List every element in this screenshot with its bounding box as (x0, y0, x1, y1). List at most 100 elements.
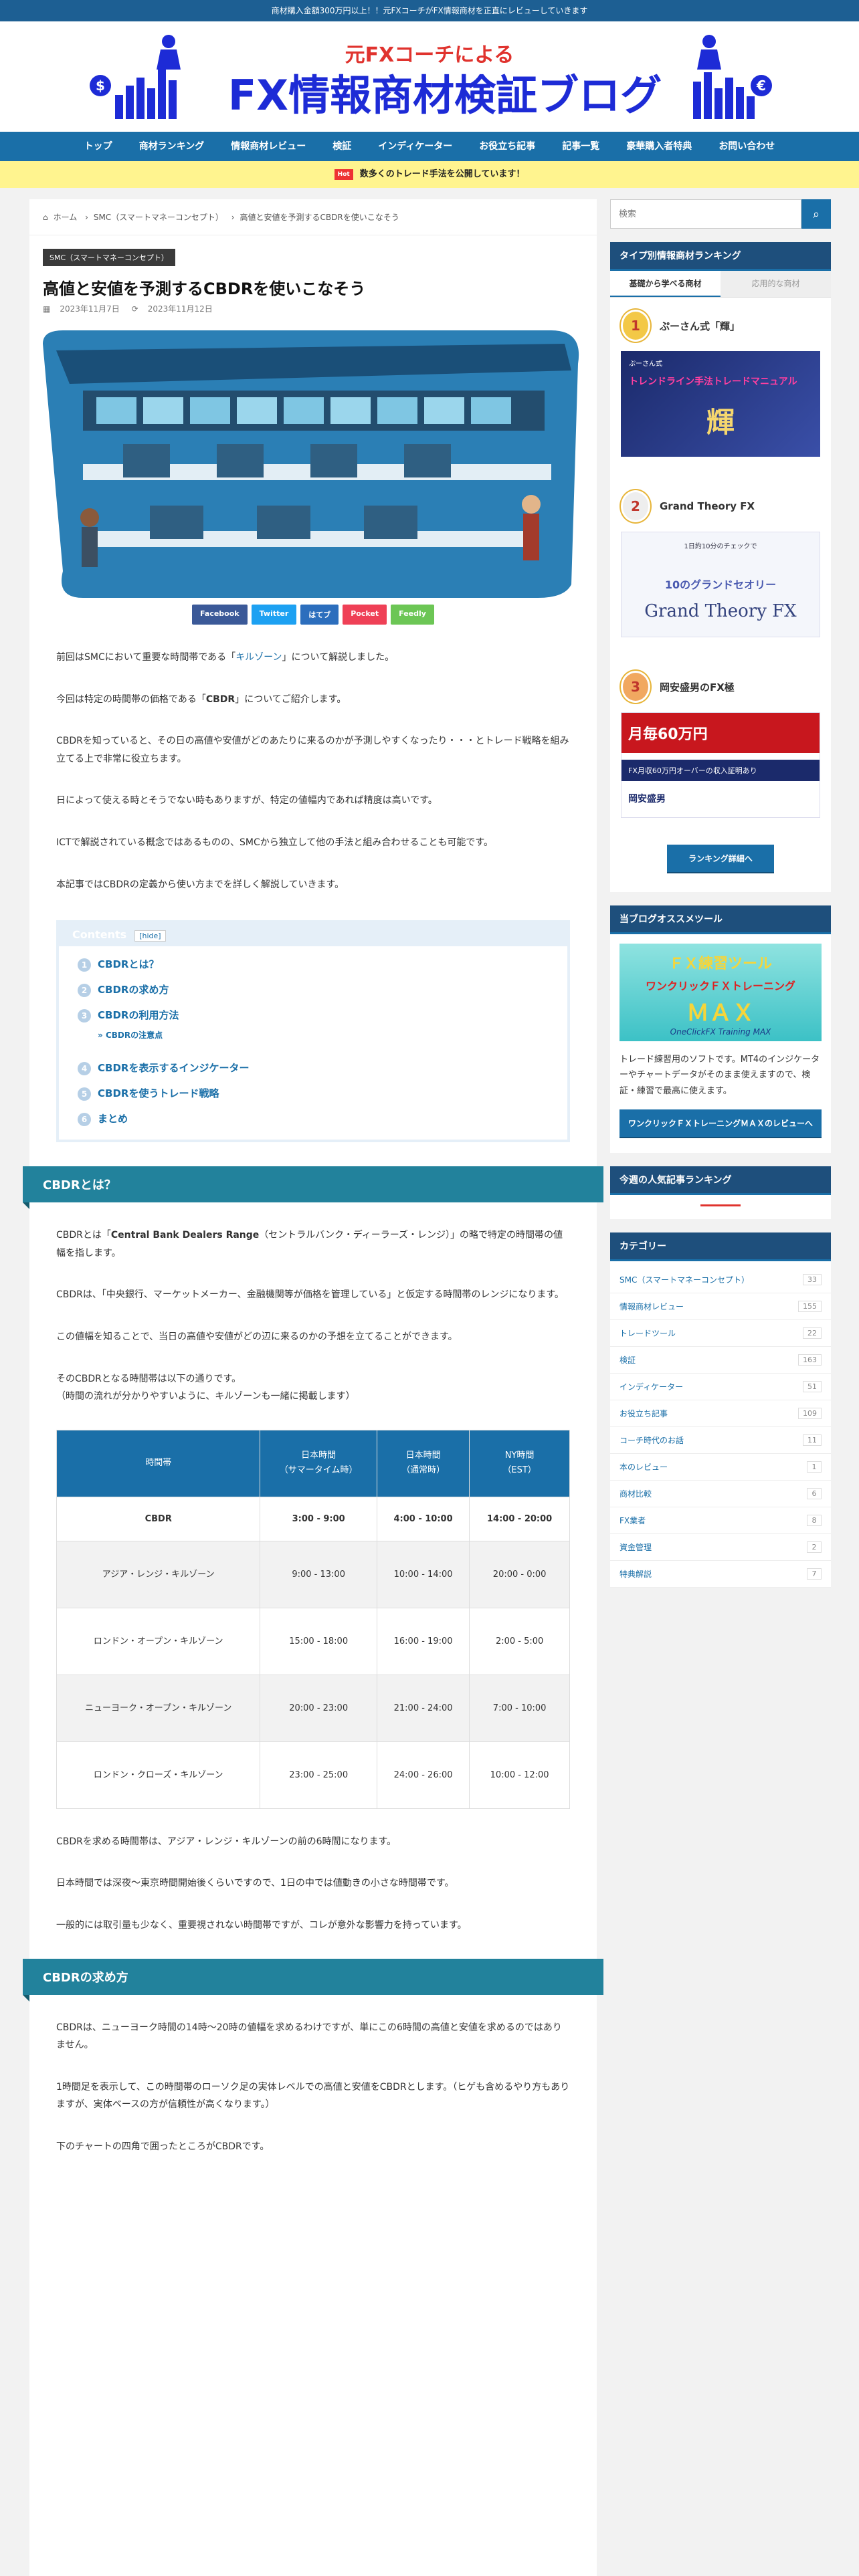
tool-review-button[interactable]: ワンクリックＦＸトレーニングＭＡＸのレビューへ (619, 1109, 822, 1138)
intro-paragraph-3: CBDRを知っていると、その日の高値や安値がどのあたりに来るのかが予測しやすくな… (56, 736, 569, 764)
breadcrumb-category[interactable]: SMC（スマートマネーコンセプト） (94, 213, 223, 222)
article-main: ⌂ ホーム › SMC（スマートマネーコンセプト） › 高値と安値を予測するCBDRを… (23, 199, 603, 2576)
left-mascot-graphic: $ (90, 35, 181, 119)
category-item[interactable]: SMC（スマートマネーコンセプト） 33 (610, 1267, 831, 1294)
rank-name[interactable]: Grand Theory FX (660, 500, 755, 512)
logo-subtitle: 元FXコーチによる (345, 43, 514, 67)
tool-description: トレード練習用のソフトです。MT4のインジケーターやチャートデータがそのまま使え… (619, 1055, 820, 1096)
nav-item-contact[interactable]: お問い合わせ (705, 132, 788, 161)
s1-paragraph-3: この値幅を知ることで、当日の高値や安値がどの辺に来るのかの予想を立てることができ… (56, 1331, 458, 1342)
search-icon: ⌕ (812, 207, 820, 221)
breadcrumb: ⌂ ホーム › SMC（スマートマネーコンセプト） › 高値と安値を予測するCBDRを… (29, 199, 597, 235)
category-item[interactable]: 商材比較 6 (610, 1481, 831, 1508)
top-announcement-text: 商材購入金額300万円以上！！元FXコーチがFX情報商材を正直にレビューしていき… (271, 6, 588, 15)
share-buttons: Facebook Twitter はてブ Pocket Feedly (29, 605, 597, 625)
rank-name[interactable]: 岡安盛男のFX極 (660, 680, 735, 694)
table-row: ロンドン・クローズ・キルゾーン 23:00 - 25:00 24:00 - 26:0… (56, 1741, 570, 1809)
right-mascot-graphic: € (693, 35, 772, 119)
nav-item-ranking[interactable]: 商材ランキング (126, 132, 218, 161)
search-input[interactable] (610, 199, 801, 229)
nav-item-article-list[interactable]: 記事一覧 (549, 132, 613, 161)
breadcrumb-home[interactable]: ホーム (54, 213, 78, 222)
category-tag[interactable]: SMC（スマートマネーコンセプト） (43, 249, 175, 266)
toc-item[interactable]: 1 CBDRとは？ (78, 957, 567, 972)
site-logo[interactable]: $ 元FXコーチによる FX情報商材検証ブログ € (0, 21, 859, 132)
tool-widget: 当ブログオススメツール ＦＸ練習ツール ワンクリックＦＸトレーニング ＭＡＸ O… (610, 905, 831, 1154)
toc-item[interactable]: 5 CBDRを使うトレード戦略 (78, 1086, 567, 1101)
category-item[interactable]: 検証 163 (610, 1347, 831, 1374)
share-feedly-button[interactable]: Feedly (391, 605, 434, 625)
tool-widget-title: 当ブログオススメツール (610, 905, 831, 934)
toc-subitem[interactable]: » CBDRの注意点 (98, 1029, 567, 1041)
rank-3-medal-icon: 3 (621, 671, 650, 703)
ranking-item[interactable]: 2 Grand Theory FX 1日約10分のチェックで 10のグランドセオリ… (610, 457, 831, 637)
toc-item[interactable]: 4 CBDRを表示するインジケーター (78, 1061, 567, 1076)
rank-1-banner[interactable]: ぷーさん式 トレンドライン手法トレードマニュアル 輝 (621, 351, 820, 457)
category-item[interactable]: トレードツール 22 (610, 1320, 831, 1348)
nav-item-bonus[interactable]: 豪華購入者特典 (613, 132, 705, 161)
tool-banner[interactable]: ＦＸ練習ツール ワンクリックＦＸトレーニング ＭＡＸ OneClickFX Tr… (619, 944, 822, 1041)
s2-paragraph-1: CBDRは、ニューヨーク時間の14時～20時の値幅を求めるわけですが、単にこの6… (56, 2022, 562, 2051)
calendar-icon: ▦ (43, 304, 51, 314)
updated-date: 2023年11月12日 (147, 304, 213, 314)
ranking-item[interactable]: 1 ぷーさん式「輝」 ぷーさん式 トレンドライン手法トレードマニュアル 輝 (610, 298, 831, 457)
s2-paragraph-2: 1時間足を表示して、この時間帯のローソク足の実体レベルでの高値と安値をCBDRと… (56, 2081, 570, 2111)
toc-item[interactable]: 3 CBDRの利用方法 (78, 1008, 567, 1023)
share-twitter-button[interactable]: Twitter (251, 605, 297, 625)
s1-paragraph-7: 一般的には取引量も少なく、重要視されない時間帯ですが、コレが意外な影響力を持って… (56, 1919, 467, 1931)
category-item[interactable]: インディケーター 51 (610, 1374, 831, 1401)
tab-basic[interactable]: 基礎から学べる商材 (610, 271, 721, 297)
weekly-ranking-widget: 今週の人気記事ランキング (610, 1166, 831, 1220)
rank-name[interactable]: ぷーさん式「輝」 (660, 319, 740, 333)
category-widget: カテゴリー SMC（スマートマネーコンセプト） 33 情報商材レビュー 155 トレ… (610, 1232, 831, 1588)
nav-item-useful-articles[interactable]: お役立ち記事 (466, 132, 549, 161)
s1-paragraph-6: 日本時間では深夜～東京時間開始後くらいですので、1日の中では値動きの小さな時間帯… (56, 1878, 454, 1889)
category-widget-title: カテゴリー (610, 1232, 831, 1262)
ranking-tabs: 基礎から学べる商材 応用的な商材 (610, 271, 831, 298)
table-row: アジア・レンジ・キルゾーン 9:00 - 13:00 10:00 - 14:00 20… (56, 1540, 570, 1608)
table-header: NY時間 （EST） (469, 1429, 570, 1497)
table-header: 日本時間 （通常時） (376, 1429, 470, 1497)
share-hatena-button[interactable]: はてブ (300, 605, 339, 625)
ranking-widget: タイプ別情報商材ランキング 基礎から学べる商材 応用的な商材 1 ぷーさん式「輝」… (610, 242, 831, 892)
home-icon: ⌂ (43, 213, 48, 222)
table-header: 時間帯 (56, 1429, 261, 1497)
nav-item-verification[interactable]: 検証 (319, 132, 365, 161)
killzone-link[interactable]: キルゾーン (235, 652, 282, 663)
s1-paragraph-4: そのCBDRとなる時間帯は以下の通りです。 （時間の流れが分かりやすいように、キル… (56, 1373, 355, 1402)
category-item[interactable]: 本のレビュー 1 (610, 1454, 831, 1481)
tab-advanced[interactable]: 応用的な商材 (721, 271, 831, 297)
category-item[interactable]: 資金管理 2 (610, 1534, 831, 1562)
hot-badge: Hot (334, 169, 353, 180)
category-item[interactable]: 特典解説 7 (610, 1561, 831, 1588)
page-title: 高値と安値を予測するCBDRを使いこなそう (43, 280, 366, 298)
article-body: 前回はSMCにおいて重要な時間帯である「キルゾーン」について解説しました。 今回… (23, 649, 603, 2155)
intro-paragraph-6: 本記事ではCBDRの定義から使い方までを詳しく解説していきます。 (56, 879, 345, 890)
svg-text:$: $ (96, 78, 105, 94)
chevron-right-icon: › (85, 213, 88, 222)
toc-item[interactable]: 2 CBDRの求め方 (78, 982, 567, 998)
toc-item[interactable]: 6 まとめ (78, 1111, 567, 1127)
notice-text[interactable]: 数多くのトレード手法を公開しています！ (360, 169, 525, 179)
ranking-detail-button[interactable]: ランキング詳細へ (667, 845, 774, 872)
nav-item-indicator[interactable]: インディケーター (365, 132, 466, 161)
share-facebook-button[interactable]: Facebook (192, 605, 248, 625)
nav-item-top[interactable]: トップ (71, 132, 126, 161)
rank-3-banner[interactable]: 月毎60万円 FX月収60万円オーバーの収入証明あり 岡安盛男 (621, 712, 820, 818)
toc-hide-toggle[interactable]: [hide] (134, 930, 166, 942)
category-item[interactable]: お役立ち記事 109 (610, 1400, 831, 1428)
search-button[interactable]: ⌕ (801, 199, 831, 229)
site-header[interactable]: $ 元FXコーチによる FX情報商材検証ブログ € (0, 21, 859, 132)
notice-bar[interactable]: Hot 数多くのトレード手法を公開しています！ (0, 161, 859, 188)
category-item[interactable]: 情報商材レビュー 155 (610, 1293, 831, 1321)
toc-title: Contents (72, 928, 127, 942)
intro-paragraph-5: ICTで解説されている概念ではあるものの、SMCから独立して他の手法と組み合わせ… (56, 837, 493, 848)
section-heading-cbdr: CBDRとは？ (23, 1166, 603, 1210)
intro-paragraph-2: 今回は特定の時間帯の価格である「CBDR」についてご紹介します。 (56, 693, 347, 705)
category-item[interactable]: コーチ時代のお話 11 (610, 1427, 831, 1455)
share-pocket-button[interactable]: Pocket (343, 605, 387, 625)
category-item[interactable]: FX業者 8 (610, 1507, 831, 1535)
rank-2-banner[interactable]: 1日約10分のチェックで 10のグランドセオリー Grand Theory FX (621, 532, 820, 637)
nav-item-reviews[interactable]: 情報商材レビュー (217, 132, 319, 161)
ranking-item[interactable]: 3 岡安盛男のFX極 月毎60万円 FX月収60万円オーバーの収入証明あり 岡安盛… (610, 637, 831, 818)
